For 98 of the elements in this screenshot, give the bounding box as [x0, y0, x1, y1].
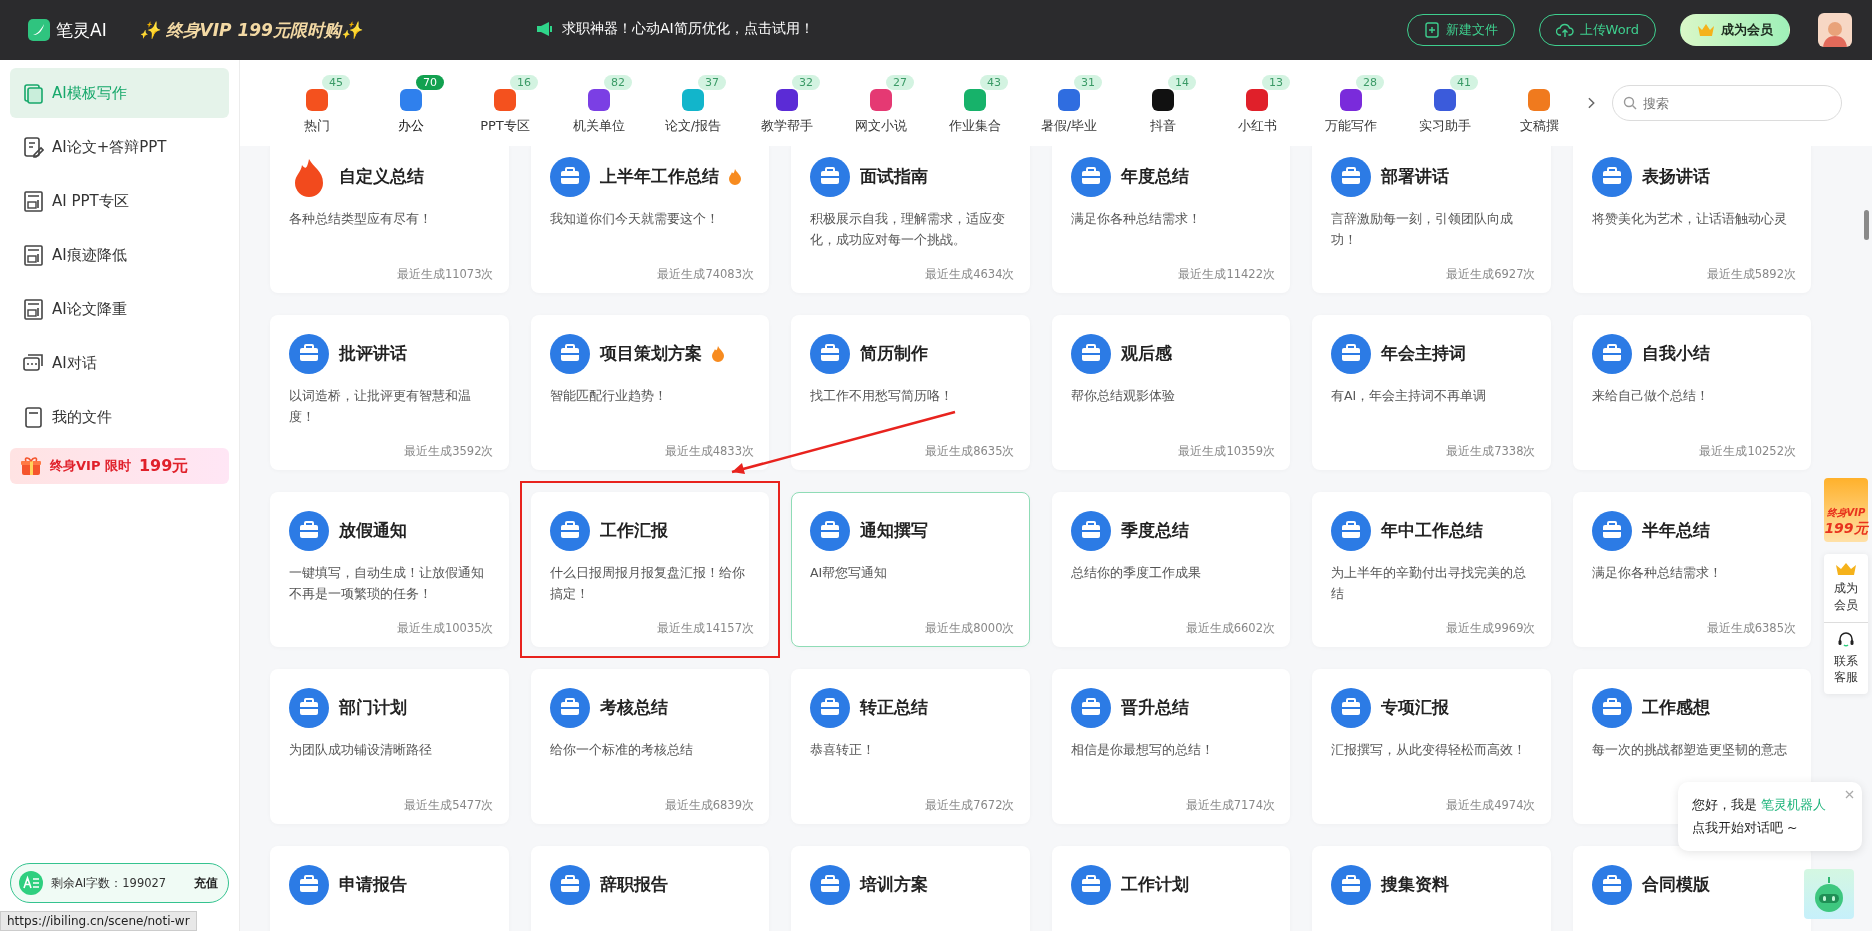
usage-count: 最近生成11073次: [396, 267, 494, 282]
quota-text: 剩余AI字数：199027: [51, 875, 168, 891]
count-badge: 16: [510, 75, 538, 90]
card-title: 转正总结: [860, 697, 928, 719]
card-title: 搜集资料: [1381, 874, 1449, 896]
usage-count: 最近生成5892次: [1706, 267, 1796, 282]
card-title: 专项汇报: [1381, 697, 1449, 719]
count-badge: 32: [792, 75, 820, 90]
card-title: 工作汇报: [599, 520, 668, 542]
card-title: 部门计划: [339, 697, 407, 719]
card-title: 申请报告: [339, 874, 407, 896]
card-description: 一键填写，自动生成！让放假通知不再是一项繁琐的任务！: [289, 564, 485, 603]
count-badge: 31: [1074, 75, 1102, 90]
usage-count: 最近生成14157次: [657, 621, 754, 636]
card-description: 言辞激励每一刻，引领团队向成功！: [1331, 210, 1514, 249]
card-title: 自定义总结: [339, 166, 424, 188]
card-description: 满足你各种总结需求！: [1591, 564, 1723, 582]
usage-count: 最近生成4974次: [1446, 798, 1536, 813]
card-description: 将赞美化为艺术，让话语触动心灵: [1591, 210, 1788, 228]
card-description: 给你一个标准的考核总结: [549, 741, 694, 759]
card-title: 通知撰写: [860, 520, 928, 542]
card-description: 我知道你们今天就需要这个！: [549, 210, 720, 228]
card-title: 年会主持词: [1381, 343, 1466, 365]
greeting-text: 您好，我是 笔灵机器人: [1692, 796, 1827, 814]
card-title: 观后感: [1120, 343, 1172, 365]
usage-count: 最近生成8000次: [925, 621, 1015, 636]
usage-count: 最近生成10359次: [1178, 444, 1275, 459]
promo-text: 终身VIP 限时: [50, 457, 131, 475]
count-badge: 14: [1168, 75, 1196, 90]
card-description: 恭喜转正！: [810, 741, 876, 759]
card-description: 以词造桥，让批评更有智慧和温度！: [289, 387, 472, 426]
card-title: 半年总结: [1641, 520, 1710, 542]
card-title: 季度总结: [1120, 520, 1189, 542]
card-description: 相信是你最想写的总结！: [1070, 741, 1215, 759]
card-title: 合同模版: [1641, 874, 1710, 896]
usage-count: 最近生成6927次: [1446, 267, 1536, 282]
card-description: 各种总结类型应有尽有！: [289, 210, 433, 228]
card-title: 面试指南: [860, 166, 928, 188]
card-description: 找工作不用愁写简历咯！: [810, 387, 954, 405]
count-badge: 28: [1356, 75, 1384, 90]
usage-count: 最近生成4833次: [664, 444, 754, 459]
usage-count: 最近生成74083次: [657, 267, 754, 282]
usage-count: 最近生成9969次: [1446, 621, 1536, 636]
card-title: 上半年工作总结: [599, 166, 719, 188]
card-title: 年中工作总结: [1381, 520, 1483, 542]
card-title: 批评讲话: [339, 343, 407, 365]
usage-count: 最近生成3592次: [404, 444, 494, 459]
count-badge: 43: [980, 75, 1008, 90]
card-description: 来给自己做个总结！: [1591, 387, 1710, 405]
card-description: 汇报撰写，从此变得轻松而高效！: [1331, 741, 1527, 759]
card-description: 为上半年的辛勤付出寻找完美的总结: [1331, 564, 1527, 603]
card-description: 什么日报周报月报复盘汇报！给你搞定！: [549, 564, 746, 603]
announcement-text: 求职神器！心动AI简历优化，点击试用！: [561, 20, 814, 38]
usage-count: 最近生成7672次: [925, 798, 1015, 813]
usage-count: 最近生成11422次: [1178, 267, 1275, 282]
card-title: 培训方案: [860, 874, 928, 896]
card-description: AI帮您写通知: [810, 564, 889, 582]
card-title: 放假通知: [339, 520, 407, 542]
usage-count: 最近生成6602次: [1185, 621, 1275, 636]
card-description: 每一次的挑战都塑造更坚韧的意志: [1591, 741, 1788, 759]
card-title: 工作感想: [1641, 697, 1710, 719]
card-title: 工作计划: [1120, 874, 1189, 896]
promo-price: 199元: [138, 455, 189, 477]
card-description: 为团队成功铺设清晰路径: [289, 741, 433, 759]
logo-text: 笔灵AI: [56, 18, 107, 42]
card-title: 简历制作: [860, 343, 928, 365]
card-title: 表扬讲话: [1641, 166, 1710, 188]
card-description: 帮你总结观影体验: [1070, 387, 1176, 405]
count-badge: 82: [604, 75, 632, 90]
usage-count: 最近生成7338次: [1446, 444, 1536, 459]
usage-count: 最近生成6385次: [1706, 621, 1796, 636]
usage-count: 最近生成5477次: [404, 798, 494, 813]
card-title: 晋升总结: [1120, 697, 1189, 719]
count-badge: 41: [1450, 75, 1478, 90]
usage-count: 最近生成6839次: [664, 798, 754, 813]
chat-prompt: 点我开始对话吧 ~: [1692, 818, 1799, 837]
card-description: 有AI，年会主持词不再单调: [1331, 387, 1488, 405]
card-description: 智能匹配行业趋势！: [549, 387, 668, 405]
card-title: 自我小结: [1641, 343, 1710, 365]
usage-count: 最近生成4634次: [925, 267, 1015, 282]
card-title: 项目策划方案: [599, 343, 702, 365]
count-badge: 70: [416, 75, 444, 90]
status-url: https://ibiling.cn/scene/noti-wr: [0, 911, 197, 931]
usage-count: 最近生成8635次: [925, 444, 1015, 459]
count-badge: 27: [886, 75, 914, 90]
usage-count: 最近生成7174次: [1185, 798, 1275, 813]
card-description: 积极展示自我，理解需求，适应变化，成功应对每一个挑战。: [810, 210, 1006, 249]
usage-count: 最近生成10035次: [396, 621, 494, 636]
count-badge: 45: [322, 75, 350, 90]
usage-count: 最近生成10252次: [1699, 444, 1796, 459]
card-title: 年度总结: [1120, 166, 1189, 188]
count-badge: 37: [698, 75, 726, 90]
card-description: 满足你各种总结需求！: [1070, 210, 1202, 228]
card-description: 总结你的季度工作成果: [1070, 564, 1202, 582]
card-title: 考核总结: [599, 697, 668, 719]
card-title: 部署讲话: [1381, 166, 1449, 188]
card-title: 辞职报告: [599, 874, 668, 896]
count-badge: 13: [1262, 75, 1290, 90]
